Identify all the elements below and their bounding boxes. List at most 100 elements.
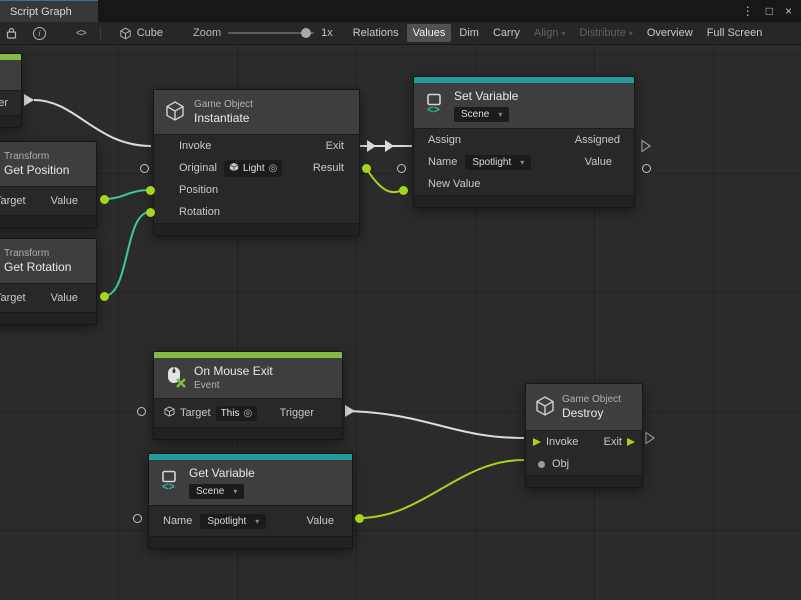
info-icon[interactable]: i <box>33 27 46 40</box>
variable-scope-dropdown[interactable]: Scene ▾ <box>189 484 244 499</box>
target-input-label: Target <box>0 195 26 207</box>
assign-input-label: Assign <box>428 134 461 146</box>
chevron-down-icon: ▾ <box>498 110 502 119</box>
port-instantiate-position-input[interactable] <box>146 186 155 195</box>
object-picker-icon[interactable]: ◎ <box>269 163 278 174</box>
wire-layer <box>0 45 801 600</box>
wire-getposition-value-to-position[interactable] <box>104 190 150 199</box>
port-event-trigger-output-arrow[interactable] <box>24 94 34 106</box>
port-getvariable-name-input[interactable] <box>133 514 142 523</box>
node-event-partial[interactable]: Trigger <box>0 53 22 128</box>
toolbar-button-distribute[interactable]: Distribute▾ <box>573 24 638 42</box>
unity-script-graph-window: Script Graph ⋮ □ × i <> Cube Zoom 1x Rel… <box>0 0 801 600</box>
object-field-value: This <box>221 408 240 419</box>
chevron-down-icon: ▾ <box>233 487 237 496</box>
exit-output-label: Exit <box>326 140 344 152</box>
svg-text:<>: <> <box>162 481 175 492</box>
game-object-icon <box>534 395 556 420</box>
port-mouseexit-target-input[interactable] <box>137 407 146 416</box>
variable-name-value: Spotlight <box>472 157 511 168</box>
graph-target-name[interactable]: Cube <box>137 27 163 39</box>
node-set-variable[interactable]: <> Set Variable Scene ▾ Assign Assigned … <box>413 76 635 208</box>
port-setvariable-assigned-output[interactable] <box>642 141 650 152</box>
node-get-variable[interactable]: <> Get Variable Scene ▾ Name Spotlight ▾ <box>148 453 353 549</box>
port-instantiate-original-input[interactable] <box>140 164 149 173</box>
node-get-position[interactable]: Transform Get Position Target Value <box>0 141 97 228</box>
toolbar-button-align[interactable]: Align▾ <box>528 24 571 42</box>
result-output-label: Result <box>313 162 344 174</box>
variable-icon: <> <box>424 93 446 118</box>
exit-output-port-arrow[interactable] <box>626 437 636 447</box>
object-field-light[interactable]: Light ◎ <box>224 160 282 177</box>
node-footer <box>0 115 21 127</box>
wire-event-trigger-to-instantiate-invoke[interactable] <box>34 100 151 146</box>
node-footer <box>0 312 96 324</box>
port-setvariable-assign-arrow[interactable] <box>385 140 394 152</box>
toolbar-button-align-label: Align <box>534 27 558 39</box>
value-output-label: Value <box>51 195 78 207</box>
rotation-input-label: Rotation <box>179 206 220 218</box>
node-destroy[interactable]: Game Object Destroy Invoke Exit Obj <box>525 383 643 488</box>
node-get-rotation[interactable]: Transform Get Rotation Target Value <box>0 238 97 325</box>
chevron-down-icon: ▾ <box>629 29 633 38</box>
toolbar-button-values[interactable]: Values <box>407 24 452 42</box>
port-mouseexit-trigger-output-arrow[interactable] <box>345 405 355 417</box>
wire-getrotation-value-to-rotation[interactable] <box>104 212 150 296</box>
wire-mouseexit-trigger-to-destroy-invoke[interactable] <box>346 411 524 438</box>
toolbar-button-carry[interactable]: Carry <box>487 24 526 42</box>
port-setvariable-value-output[interactable] <box>642 164 651 173</box>
port-get-rotation-value-output[interactable] <box>100 292 109 301</box>
graph-canvas[interactable]: Trigger Transform Get Position Target Va… <box>0 45 801 600</box>
obj-input-port[interactable] <box>538 461 545 468</box>
node-category: Game Object <box>562 393 621 406</box>
object-field-value: Light <box>243 163 265 174</box>
name-input-label: Name <box>428 156 457 168</box>
object-field-this[interactable]: This ◎ <box>216 406 258 421</box>
zoom-value: 1x <box>321 27 333 39</box>
wire-instantiate-result-to-new-value[interactable] <box>366 168 402 192</box>
tab-bar: Script Graph ⋮ □ × <box>0 0 801 22</box>
port-instantiate-exit-arrow[interactable] <box>367 140 376 152</box>
node-title: On Mouse Exit <box>194 364 273 379</box>
zoom-slider-knob[interactable] <box>301 28 311 38</box>
window-menu-icon[interactable]: ⋮ <box>742 0 754 22</box>
toolbar-button-dim[interactable]: Dim <box>453 24 485 42</box>
mouse-icon <box>164 366 186 391</box>
original-input-label: Original <box>179 162 217 174</box>
node-title: Get Rotation <box>4 260 71 275</box>
port-setvariable-name-input[interactable] <box>397 164 406 173</box>
toolbar-button-overview[interactable]: Overview <box>641 24 699 42</box>
new-value-input-label: New Value <box>428 178 480 190</box>
variable-scope-dropdown[interactable]: Scene ▾ <box>454 107 509 122</box>
lock-icon[interactable] <box>6 27 17 39</box>
node-title: Instantiate <box>194 111 253 126</box>
tab-script-graph[interactable]: Script Graph <box>0 0 98 22</box>
value-output-label: Value <box>585 156 612 168</box>
target-input-label: Target <box>180 407 211 419</box>
port-instantiate-rotation-input[interactable] <box>146 208 155 217</box>
variable-icon: <> <box>159 470 181 495</box>
node-category: Game Object <box>194 98 253 111</box>
wire-getvariable-value-to-destroy-obj[interactable] <box>359 460 524 518</box>
toolbar-button-fullscreen[interactable]: Full Screen <box>701 24 769 42</box>
invoke-input-port-arrow[interactable] <box>532 437 542 447</box>
cube-icon <box>164 406 175 420</box>
port-setvariable-newvalue-input[interactable] <box>399 186 408 195</box>
window-close-icon[interactable]: × <box>785 0 792 22</box>
variable-name-dropdown[interactable]: Spotlight ▾ <box>200 514 266 529</box>
variable-name-dropdown[interactable]: Spotlight ▾ <box>465 155 531 170</box>
zoom-slider[interactable] <box>228 32 314 34</box>
invoke-input-label: Invoke <box>546 436 578 448</box>
node-on-mouse-exit[interactable]: On Mouse Exit Event Target This ◎ Trigge… <box>153 351 343 440</box>
position-input-label: Position <box>179 184 218 196</box>
window-maximize-icon[interactable]: □ <box>766 0 773 22</box>
port-get-position-value-output[interactable] <box>100 195 109 204</box>
port-getvariable-value-output[interactable] <box>355 514 364 523</box>
code-icon[interactable]: <> <box>76 28 86 39</box>
port-instantiate-result-output[interactable] <box>362 164 371 173</box>
toolbar-button-relations[interactable]: Relations <box>347 24 405 42</box>
node-footer <box>414 195 634 207</box>
node-instantiate[interactable]: Game Object Instantiate Invoke Exit Orig… <box>153 89 360 236</box>
object-picker-icon[interactable]: ◎ <box>243 408 252 419</box>
port-destroy-exit-output[interactable] <box>646 433 654 444</box>
